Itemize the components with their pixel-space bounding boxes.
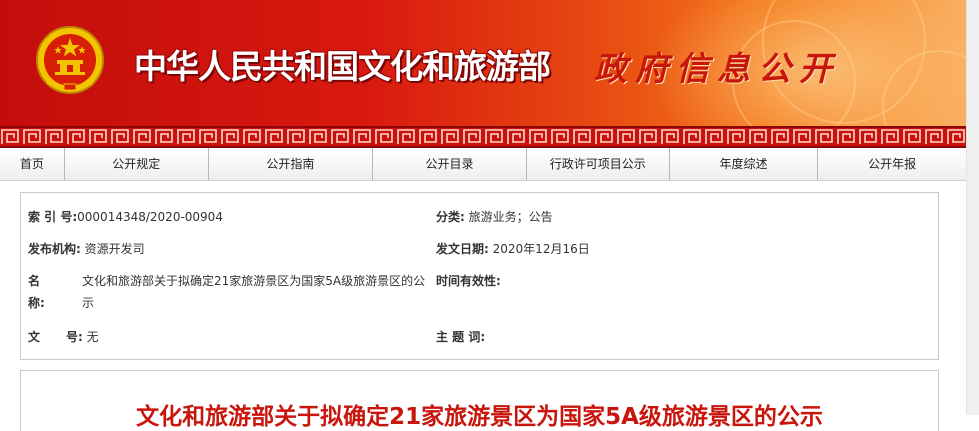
- header-banner: 中华人民共和国文化和旅游部 政府信息公开: [0, 0, 966, 126]
- document-name-value: 文化和旅游部关于拟确定21家旅游景区为国家5A级旅游景区的公示: [82, 274, 426, 310]
- nav-disclosure-guide[interactable]: 公开指南: [209, 148, 374, 180]
- nav-home[interactable]: 首页: [0, 148, 65, 180]
- document-name-label: 名称:: [28, 270, 82, 314]
- document-name-label-b: 称:: [28, 296, 45, 310]
- article-container: 文化和旅游部关于拟确定21家旅游景区为国家5A级旅游景区的公示: [20, 370, 939, 431]
- nav-annual-report[interactable]: 公开年报: [818, 148, 966, 180]
- publisher-value: 资源开发司: [84, 242, 145, 256]
- validity-label: 时间有效性:: [436, 274, 501, 288]
- document-number-label-b: 号:: [66, 330, 83, 344]
- publisher-field: 发布机构: 资源开发司: [28, 238, 145, 260]
- document-number-label-a: 文: [28, 330, 41, 344]
- document-name-field: 名称: 文化和旅游部关于拟确定21家旅游景区为国家5A级旅游景区的公示: [28, 270, 433, 314]
- nav-disclosure-rules[interactable]: 公开规定: [65, 148, 209, 180]
- subject-field: 主 题 词:: [436, 326, 485, 348]
- publisher-label: 发布机构:: [28, 242, 81, 256]
- subject-label: 主 题 词:: [436, 330, 486, 344]
- decorative-pattern-strip: [0, 126, 966, 148]
- document-number-field: 文 号: 无: [28, 326, 99, 348]
- main-nav: 首页 公开规定 公开指南 公开目录 行政许可项目公示 年度综述 公开年报: [0, 148, 966, 181]
- nav-disclosure-catalog[interactable]: 公开目录: [373, 148, 527, 180]
- nav-annual-summary[interactable]: 年度综述: [670, 148, 819, 180]
- vertical-scrollbar[interactable]: [966, 0, 979, 415]
- issue-date-label: 发文日期:: [436, 242, 489, 256]
- document-number-value: 无: [86, 330, 99, 344]
- validity-field: 时间有效性:: [436, 270, 501, 292]
- article-title: 文化和旅游部关于拟确定21家旅游景区为国家5A级旅游景区的公示: [136, 404, 823, 430]
- document-number-label: 文 号:: [28, 330, 83, 344]
- nav-admin-license[interactable]: 行政许可项目公示: [527, 148, 670, 180]
- site-title: 中华人民共和国文化和旅游部: [134, 47, 551, 86]
- index-number-field: 索 引 号:000014348/2020-00904: [28, 206, 223, 228]
- issue-date-field: 发文日期: 2020年12月16日: [436, 238, 590, 260]
- meander-pattern: [0, 126, 966, 148]
- category-value: 旅游业务；公告: [468, 210, 553, 224]
- issue-date-value: 2020年12月16日: [492, 242, 590, 256]
- category-field: 分类: 旅游业务；公告: [436, 206, 553, 228]
- index-number-value: 000014348/2020-00904: [77, 210, 223, 224]
- section-title: 政府信息公开: [594, 49, 840, 88]
- document-info-box: 索 引 号:000014348/2020-00904 分类: 旅游业务；公告 发…: [20, 192, 939, 360]
- document-name-label-a: 名: [28, 274, 41, 288]
- category-label: 分类:: [436, 210, 465, 224]
- index-number-label: 索 引 号:: [28, 210, 78, 224]
- national-emblem-icon: [36, 26, 104, 94]
